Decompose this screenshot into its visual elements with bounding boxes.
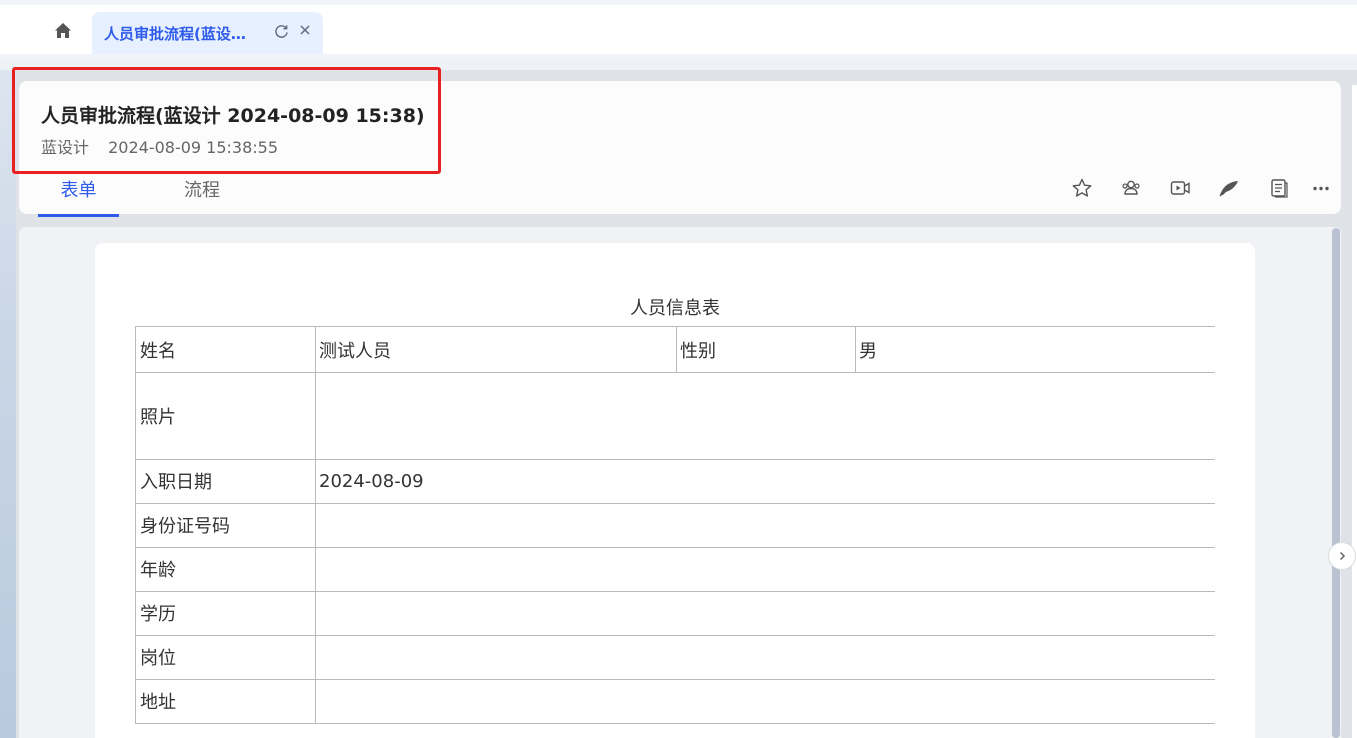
document-tabs: 表单 流程	[19, 170, 419, 217]
video-button[interactable]	[1168, 176, 1192, 200]
chevron-right-icon	[1339, 551, 1346, 561]
tab-flow[interactable]: 流程	[164, 170, 240, 214]
photo-label: 照片	[135, 372, 316, 460]
star-icon	[1072, 178, 1092, 197]
more-button[interactable]	[1309, 176, 1333, 200]
tab-form[interactable]: 表单	[38, 170, 119, 217]
favorite-button[interactable]	[1070, 176, 1094, 200]
close-icon[interactable]	[298, 23, 312, 37]
address-label: 地址	[135, 679, 316, 724]
age-label: 年龄	[135, 547, 316, 592]
hire-date-label: 入职日期	[135, 459, 316, 504]
position-label: 岗位	[135, 635, 316, 680]
vertical-scrollbar[interactable]	[1332, 228, 1340, 738]
group-icon	[1122, 180, 1140, 195]
right-edge-panel	[1352, 85, 1357, 738]
age-value[interactable]	[315, 547, 1215, 592]
highlight-annotation-box	[12, 67, 441, 174]
id-number-label: 身份证号码	[135, 503, 316, 548]
id-number-value[interactable]	[315, 503, 1215, 548]
education-value[interactable]	[315, 591, 1215, 636]
form-title: 人员信息表	[630, 298, 720, 319]
refresh-icon[interactable]	[274, 24, 289, 39]
home-icon	[55, 23, 71, 38]
video-icon	[1170, 181, 1190, 195]
position-value[interactable]	[315, 635, 1215, 680]
education-label: 学历	[135, 591, 316, 636]
more-icon	[1313, 186, 1329, 191]
document-button[interactable]	[1267, 176, 1291, 200]
gender-value[interactable]: 男	[855, 326, 1215, 373]
tab-approval-process[interactable]: 人员审批流程(蓝设计 2024-08-09 15:38)	[92, 12, 323, 54]
tab-label: 人员审批流程(蓝设计 2024-08-09 15:38)	[104, 24, 256, 43]
sign-button[interactable]	[1217, 176, 1241, 200]
members-button[interactable]	[1119, 176, 1143, 200]
expand-side-panel-button[interactable]	[1328, 542, 1356, 570]
document-icon	[1271, 179, 1288, 198]
sign-icon	[1219, 181, 1238, 197]
name-label: 姓名	[135, 326, 316, 373]
gender-label: 性别	[676, 326, 856, 373]
hire-date-value[interactable]: 2024-08-09	[315, 459, 1215, 504]
photo-value[interactable]	[315, 372, 1215, 460]
home-button[interactable]	[44, 12, 82, 50]
top-tab-bar: 人员审批流程(蓝设计 2024-08-09 15:38)	[0, 0, 1357, 58]
name-value[interactable]: 测试人员	[315, 326, 677, 373]
address-value[interactable]	[315, 679, 1215, 724]
